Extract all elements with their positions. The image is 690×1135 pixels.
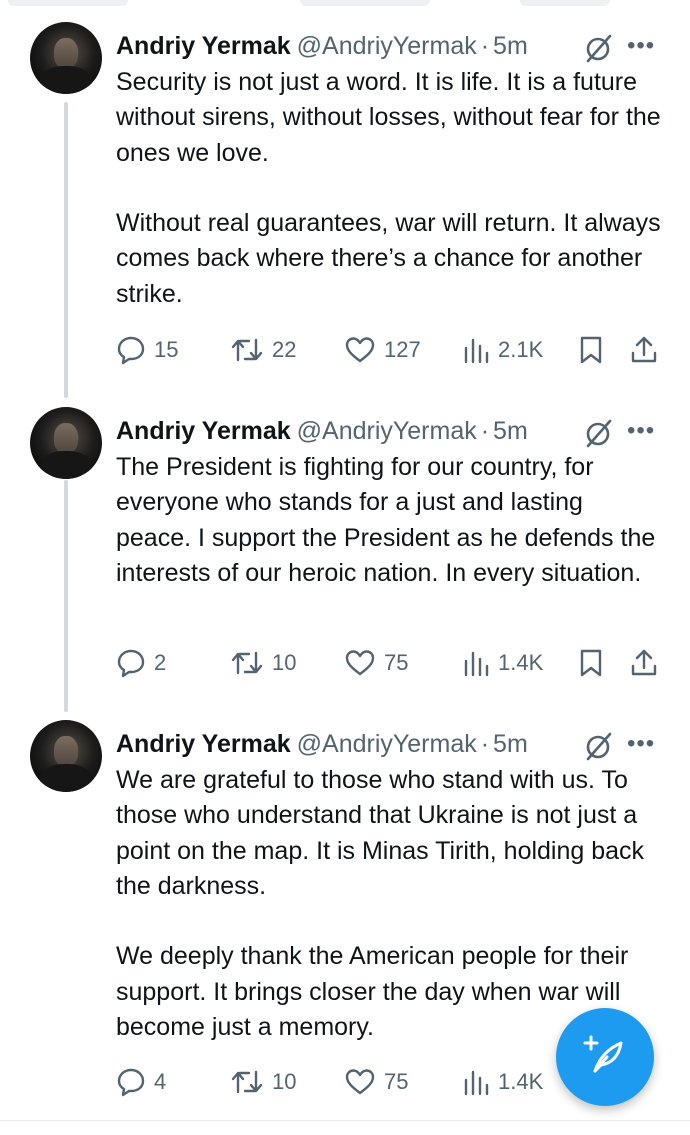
author-name[interactable]: Andriy Yermak xyxy=(116,730,291,758)
author-name[interactable]: Andriy Yermak xyxy=(116,32,291,60)
reply-icon xyxy=(116,335,146,365)
repost-icon xyxy=(230,335,264,365)
top-nav-remnant xyxy=(0,0,690,8)
author-name[interactable]: Andriy Yermak xyxy=(116,417,291,445)
compose-icon xyxy=(583,1033,627,1082)
like-button[interactable]: 75 xyxy=(344,1062,408,1102)
timestamp[interactable]: 5m xyxy=(493,32,528,60)
repost-count: 10 xyxy=(272,1069,297,1094)
timestamp[interactable]: 5m xyxy=(493,730,528,758)
like-button[interactable]: 127 xyxy=(344,330,421,370)
repost-button[interactable]: 22 xyxy=(230,330,296,370)
views-count: 1.4K xyxy=(498,650,544,675)
like-count: 75 xyxy=(384,650,409,675)
tweet-text: Security is not just a word. It is life.… xyxy=(116,68,661,308)
reply-button[interactable]: 15 xyxy=(116,330,178,370)
tweet-actions: 2 10 75 1.4K xyxy=(116,643,666,683)
heart-icon xyxy=(344,648,376,678)
repost-icon xyxy=(230,648,264,678)
views-count: 2.1K xyxy=(498,337,544,362)
share-button[interactable] xyxy=(630,643,658,683)
repost-icon xyxy=(230,1067,264,1097)
top-tab-fragment xyxy=(300,0,430,6)
author-handle[interactable]: @AndriyYermak xyxy=(297,730,477,758)
tweet-header: Andriy Yermak @AndriyYermak · 5m ••• xyxy=(116,726,661,762)
share-button[interactable] xyxy=(630,330,658,370)
share-icon xyxy=(630,648,658,678)
top-tab-fragment xyxy=(8,0,128,6)
reply-icon xyxy=(116,1067,146,1097)
separator: · xyxy=(480,417,490,445)
heart-icon xyxy=(344,335,376,365)
like-button[interactable]: 75 xyxy=(344,643,408,683)
tweet-text: The President is fighting for our countr… xyxy=(116,453,663,587)
repost-button[interactable]: 10 xyxy=(230,1062,296,1102)
like-count: 75 xyxy=(384,1069,409,1094)
reply-button[interactable]: 2 xyxy=(116,643,166,683)
reply-count: 4 xyxy=(154,1069,167,1094)
reply-button[interactable]: 4 xyxy=(116,1062,166,1102)
reply-icon xyxy=(116,648,146,678)
separator: · xyxy=(480,730,490,758)
views-count: 1.4K xyxy=(498,1069,544,1094)
views-icon xyxy=(462,648,490,678)
tweet-actions: 15 22 127 2.1K xyxy=(116,330,666,370)
repost-count: 22 xyxy=(272,337,297,362)
avatar[interactable] xyxy=(30,22,102,94)
thread-connector xyxy=(64,102,68,398)
tweet-header: Andriy Yermak @AndriyYermak · 5m ••• xyxy=(116,413,661,449)
more-icon[interactable]: ••• xyxy=(627,28,655,64)
top-tab-fragment xyxy=(520,0,610,6)
repost-button[interactable]: 10 xyxy=(230,643,296,683)
views-icon xyxy=(462,335,490,365)
more-icon[interactable]: ••• xyxy=(627,726,655,762)
views-button[interactable]: 2.1K xyxy=(462,330,543,370)
tweet-text: We are grateful to those who stand with … xyxy=(116,766,645,1042)
compose-button[interactable] xyxy=(556,1008,654,1106)
author-handle[interactable]: @AndriyYermak xyxy=(297,32,477,60)
views-button[interactable]: 1.4K xyxy=(462,1062,543,1102)
timestamp[interactable]: 5m xyxy=(493,417,528,445)
views-button[interactable]: 1.4K xyxy=(462,643,543,683)
avatar[interactable] xyxy=(30,720,102,792)
views-icon xyxy=(462,1067,490,1097)
repost-count: 10 xyxy=(272,650,297,675)
thread-connector xyxy=(64,480,68,712)
bookmark-icon xyxy=(578,648,604,678)
divider xyxy=(0,1120,690,1121)
author-handle[interactable]: @AndriyYermak xyxy=(297,417,477,445)
bookmark-button[interactable] xyxy=(578,330,604,370)
like-count: 127 xyxy=(384,337,421,362)
bookmark-button[interactable] xyxy=(578,643,604,683)
heart-icon xyxy=(344,1067,376,1097)
more-icon[interactable]: ••• xyxy=(627,413,655,449)
bookmark-icon xyxy=(578,335,604,365)
reply-count: 15 xyxy=(154,337,179,362)
share-icon xyxy=(630,335,658,365)
tweet-header: Andriy Yermak @AndriyYermak · 5m ••• xyxy=(116,28,661,64)
separator: · xyxy=(480,32,490,60)
reply-count: 2 xyxy=(154,650,167,675)
avatar[interactable] xyxy=(30,407,102,479)
